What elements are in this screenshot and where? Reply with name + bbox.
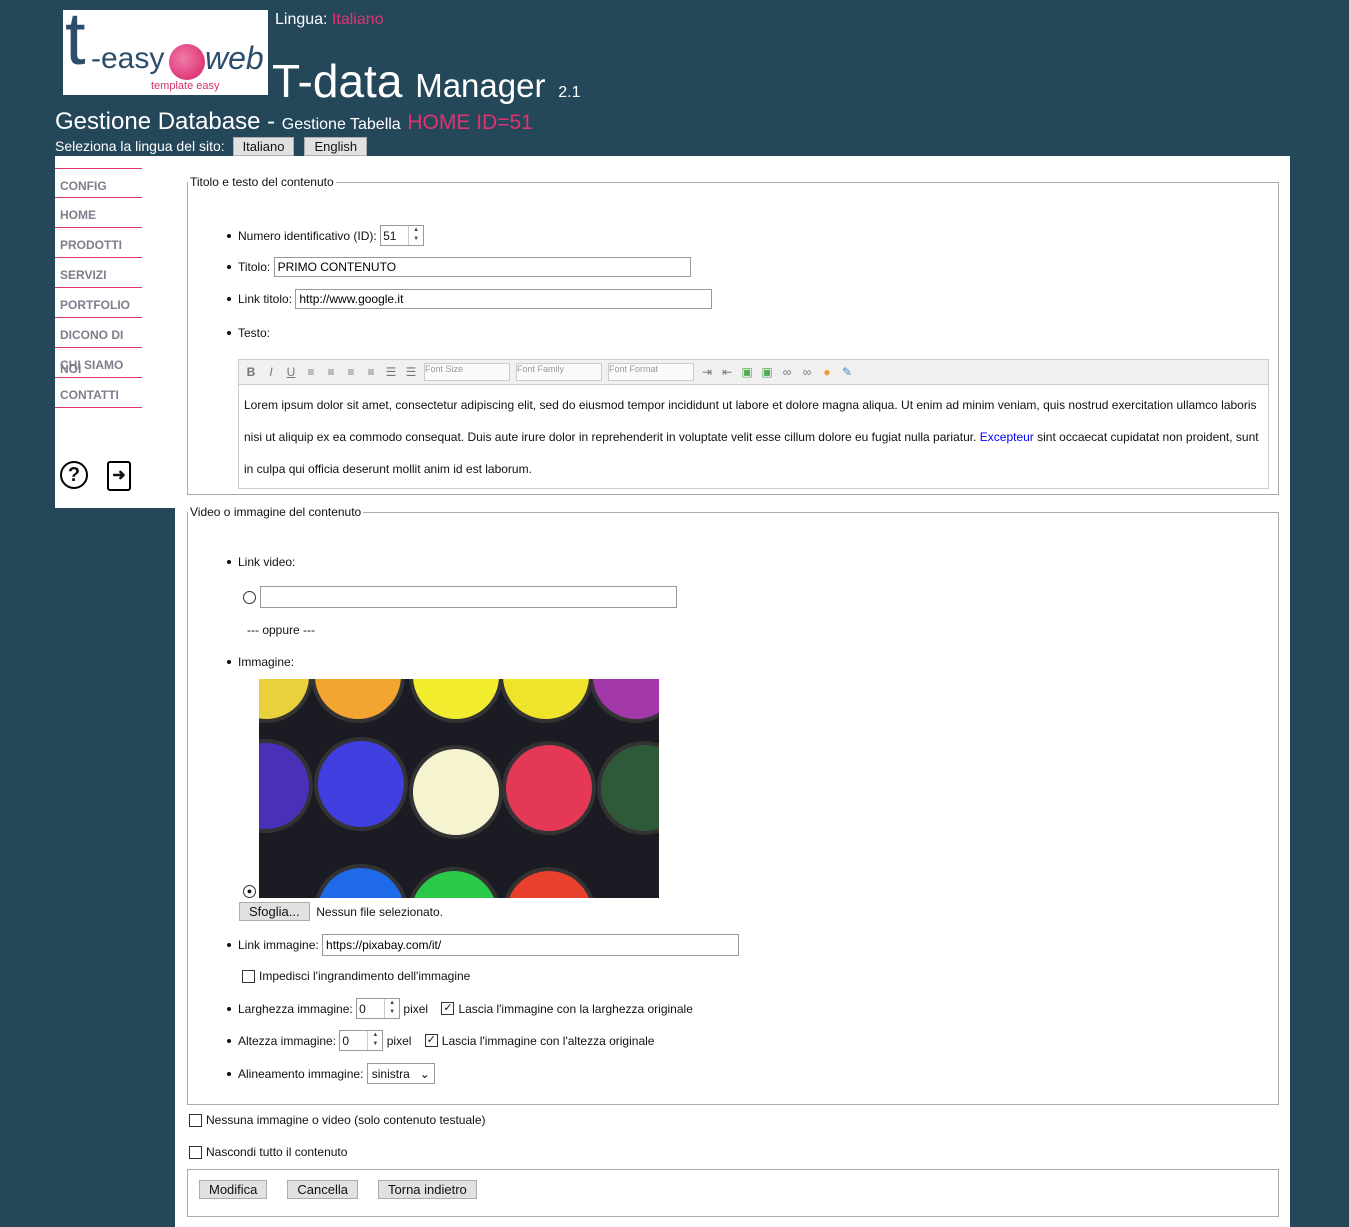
chevron-down-icon: ⌄ bbox=[419, 1066, 430, 1081]
keep-height-checkbox[interactable]: ✓ bbox=[424, 1034, 438, 1047]
unlink-icon[interactable]: ∞ bbox=[800, 365, 814, 379]
page-title: Gestione Database - Gestione Tabella HOM… bbox=[55, 108, 533, 136]
lang-italiano-button[interactable]: Italiano bbox=[232, 137, 295, 156]
oppure-text: --- oppure --- bbox=[247, 623, 316, 637]
lingua-value: Italiano bbox=[331, 11, 384, 28]
logout-icon[interactable]: ➜ bbox=[107, 461, 131, 491]
no-media-label: Nessuna immagine o video (solo contenuto… bbox=[206, 1113, 486, 1127]
sidebar-item-prodotti[interactable]: PRODOTTI bbox=[55, 228, 142, 258]
actions-fieldset: Modifica Cancella Torna indietro bbox=[187, 1169, 1279, 1217]
sidebar-item-home[interactable]: HOME bbox=[55, 198, 142, 228]
sidebar-item-config[interactable]: CONFIG bbox=[55, 168, 142, 198]
app-version: 2.1 bbox=[558, 84, 581, 101]
link-label: Link titolo: bbox=[238, 292, 293, 306]
id-stepper[interactable]: 51 ▲ ▼ bbox=[380, 225, 425, 246]
app-title-main: T-data bbox=[272, 55, 403, 107]
align-right-icon[interactable]: ≡ bbox=[344, 365, 358, 379]
main-panel: Titolo e testo del contenuto Numero iden… bbox=[175, 156, 1290, 1227]
modify-button[interactable]: Modifica bbox=[199, 1180, 268, 1199]
font-format-select[interactable]: Font Format bbox=[608, 363, 694, 381]
image-link-input[interactable] bbox=[322, 934, 740, 956]
image-link-label: Link immagine: bbox=[238, 938, 319, 952]
sidebar-item-chi-siamo[interactable]: CHI SIAMO bbox=[55, 348, 142, 378]
html-source-icon[interactable]: ✎ bbox=[840, 365, 854, 379]
keep-width-label: Lascia l'immagine con la larghezza origi… bbox=[458, 1001, 693, 1016]
subsection-title: Gestione Tabella bbox=[281, 116, 401, 133]
content-image bbox=[259, 679, 659, 898]
image-label: Immagine: bbox=[238, 655, 295, 669]
rich-text-editor[interactable]: B I U ≡ ≡ ≡ ≡ ☰ ☰ Font Size Font Family … bbox=[238, 359, 1269, 489]
link-title-input[interactable] bbox=[295, 289, 713, 309]
align-left-icon[interactable]: ≡ bbox=[304, 365, 318, 379]
ordered-list-icon[interactable]: ☰ bbox=[384, 365, 398, 379]
hide-all-label: Nascondi tutto il contenuto bbox=[206, 1145, 348, 1159]
language-selector: Seleziona la lingua del sito: Italiano En… bbox=[55, 137, 373, 156]
sidebar-item-contatti[interactable]: CONTATTI bbox=[55, 378, 142, 408]
browse-button[interactable]: Sfoglia... bbox=[239, 902, 310, 921]
width-stepper[interactable]: 0 ▲ ▼ bbox=[356, 998, 401, 1019]
section-title: Gestione Database - bbox=[55, 108, 276, 135]
help-icon[interactable]: ? bbox=[60, 461, 88, 489]
font-family-select[interactable]: Font Family bbox=[516, 363, 602, 381]
video-radio[interactable] bbox=[243, 590, 256, 604]
lang-english-button[interactable]: English bbox=[304, 137, 368, 156]
language-indicator: Lingua: Italiano bbox=[275, 11, 384, 29]
insert-image-icon[interactable]: ▣ bbox=[760, 365, 774, 379]
no-zoom-label: Impedisci l'ingrandimento dell'immagine bbox=[259, 969, 471, 983]
color-palette-icon[interactable]: ● bbox=[820, 365, 834, 379]
video-label: Link video: bbox=[238, 555, 296, 569]
edit-image-icon[interactable]: ▣ bbox=[740, 365, 754, 379]
app-title-sub: Manager bbox=[415, 67, 546, 104]
title-input[interactable] bbox=[273, 257, 691, 277]
hide-all-checkbox[interactable] bbox=[189, 1145, 202, 1159]
font-size-select[interactable]: Font Size bbox=[424, 363, 510, 381]
sidebar-item-portfolio[interactable]: PORTFOLIO bbox=[55, 288, 142, 318]
fieldset-legend: Video o immagine del contenuto bbox=[190, 505, 362, 519]
app-title: T-data Manager 2.1 bbox=[272, 54, 580, 108]
indent-icon[interactable]: ⇥ bbox=[700, 365, 714, 379]
pixel-unit: pixel bbox=[386, 1033, 412, 1048]
title-label: Titolo: bbox=[238, 260, 271, 274]
record-id: HOME ID=51 bbox=[407, 111, 533, 134]
back-button[interactable]: Torna indietro bbox=[378, 1180, 477, 1199]
keep-height-label: Lascia l'immagine con l'altezza original… bbox=[441, 1033, 655, 1048]
editor-toolbar: B I U ≡ ≡ ≡ ≡ ☰ ☰ Font Size Font Family … bbox=[239, 360, 1268, 385]
editor-content[interactable]: Lorem ipsum dolor sit amet, consectetur … bbox=[239, 385, 1268, 489]
id-label: Numero identificativo (ID): bbox=[238, 228, 377, 243]
align-center-icon[interactable]: ≡ bbox=[324, 365, 338, 379]
no-media-checkbox[interactable] bbox=[189, 1113, 202, 1127]
pixel-unit: pixel bbox=[403, 1001, 429, 1016]
underline-icon[interactable]: U bbox=[284, 365, 298, 379]
image-radio[interactable]: ● bbox=[243, 885, 256, 898]
height-label: Altezza immagine: bbox=[238, 1033, 337, 1048]
fieldset-legend: Titolo e testo del contenuto bbox=[190, 175, 334, 189]
sidebar-item-dicono-di-noi[interactable]: DICONO DI NOI bbox=[55, 318, 142, 376]
unordered-list-icon[interactable]: ☰ bbox=[404, 365, 418, 379]
cancel-button[interactable]: Cancella bbox=[287, 1180, 359, 1199]
logo: t -easy web template easy bbox=[63, 10, 268, 95]
no-file-text: Nessun file selezionato. bbox=[316, 904, 444, 919]
width-label: Larghezza immagine: bbox=[238, 1001, 353, 1016]
title-text-fieldset: Titolo e testo del contenuto Numero iden… bbox=[187, 175, 1279, 495]
no-zoom-checkbox[interactable] bbox=[242, 969, 255, 983]
sidebar: CONFIG HOME PRODOTTI SERVIZI PORTFOLIO D… bbox=[55, 156, 175, 508]
video-link-input[interactable] bbox=[260, 586, 677, 608]
text-label: Testo: bbox=[238, 326, 271, 340]
sidebar-item-servizi[interactable]: SERVIZI bbox=[55, 258, 142, 288]
align-label: Alineamento immagine: bbox=[238, 1066, 364, 1081]
italic-icon[interactable]: I bbox=[264, 365, 278, 379]
keep-width-checkbox[interactable]: ✓ bbox=[441, 1002, 455, 1015]
excepteur-link[interactable]: Excepteur bbox=[980, 430, 1034, 444]
lang-label: Seleziona la lingua del sito: bbox=[55, 138, 225, 154]
justify-icon[interactable]: ≡ bbox=[364, 365, 378, 379]
link-icon[interactable]: ∞ bbox=[780, 365, 794, 379]
outdent-icon[interactable]: ⇤ bbox=[720, 365, 734, 379]
media-fieldset: Video o immagine del contenuto Link vide… bbox=[187, 505, 1279, 1105]
align-select[interactable]: sinistra ⌄ bbox=[366, 1063, 435, 1084]
lingua-label: Lingua: bbox=[275, 11, 328, 28]
bold-icon[interactable]: B bbox=[244, 365, 258, 379]
height-stepper[interactable]: 0 ▲ ▼ bbox=[339, 1030, 384, 1051]
